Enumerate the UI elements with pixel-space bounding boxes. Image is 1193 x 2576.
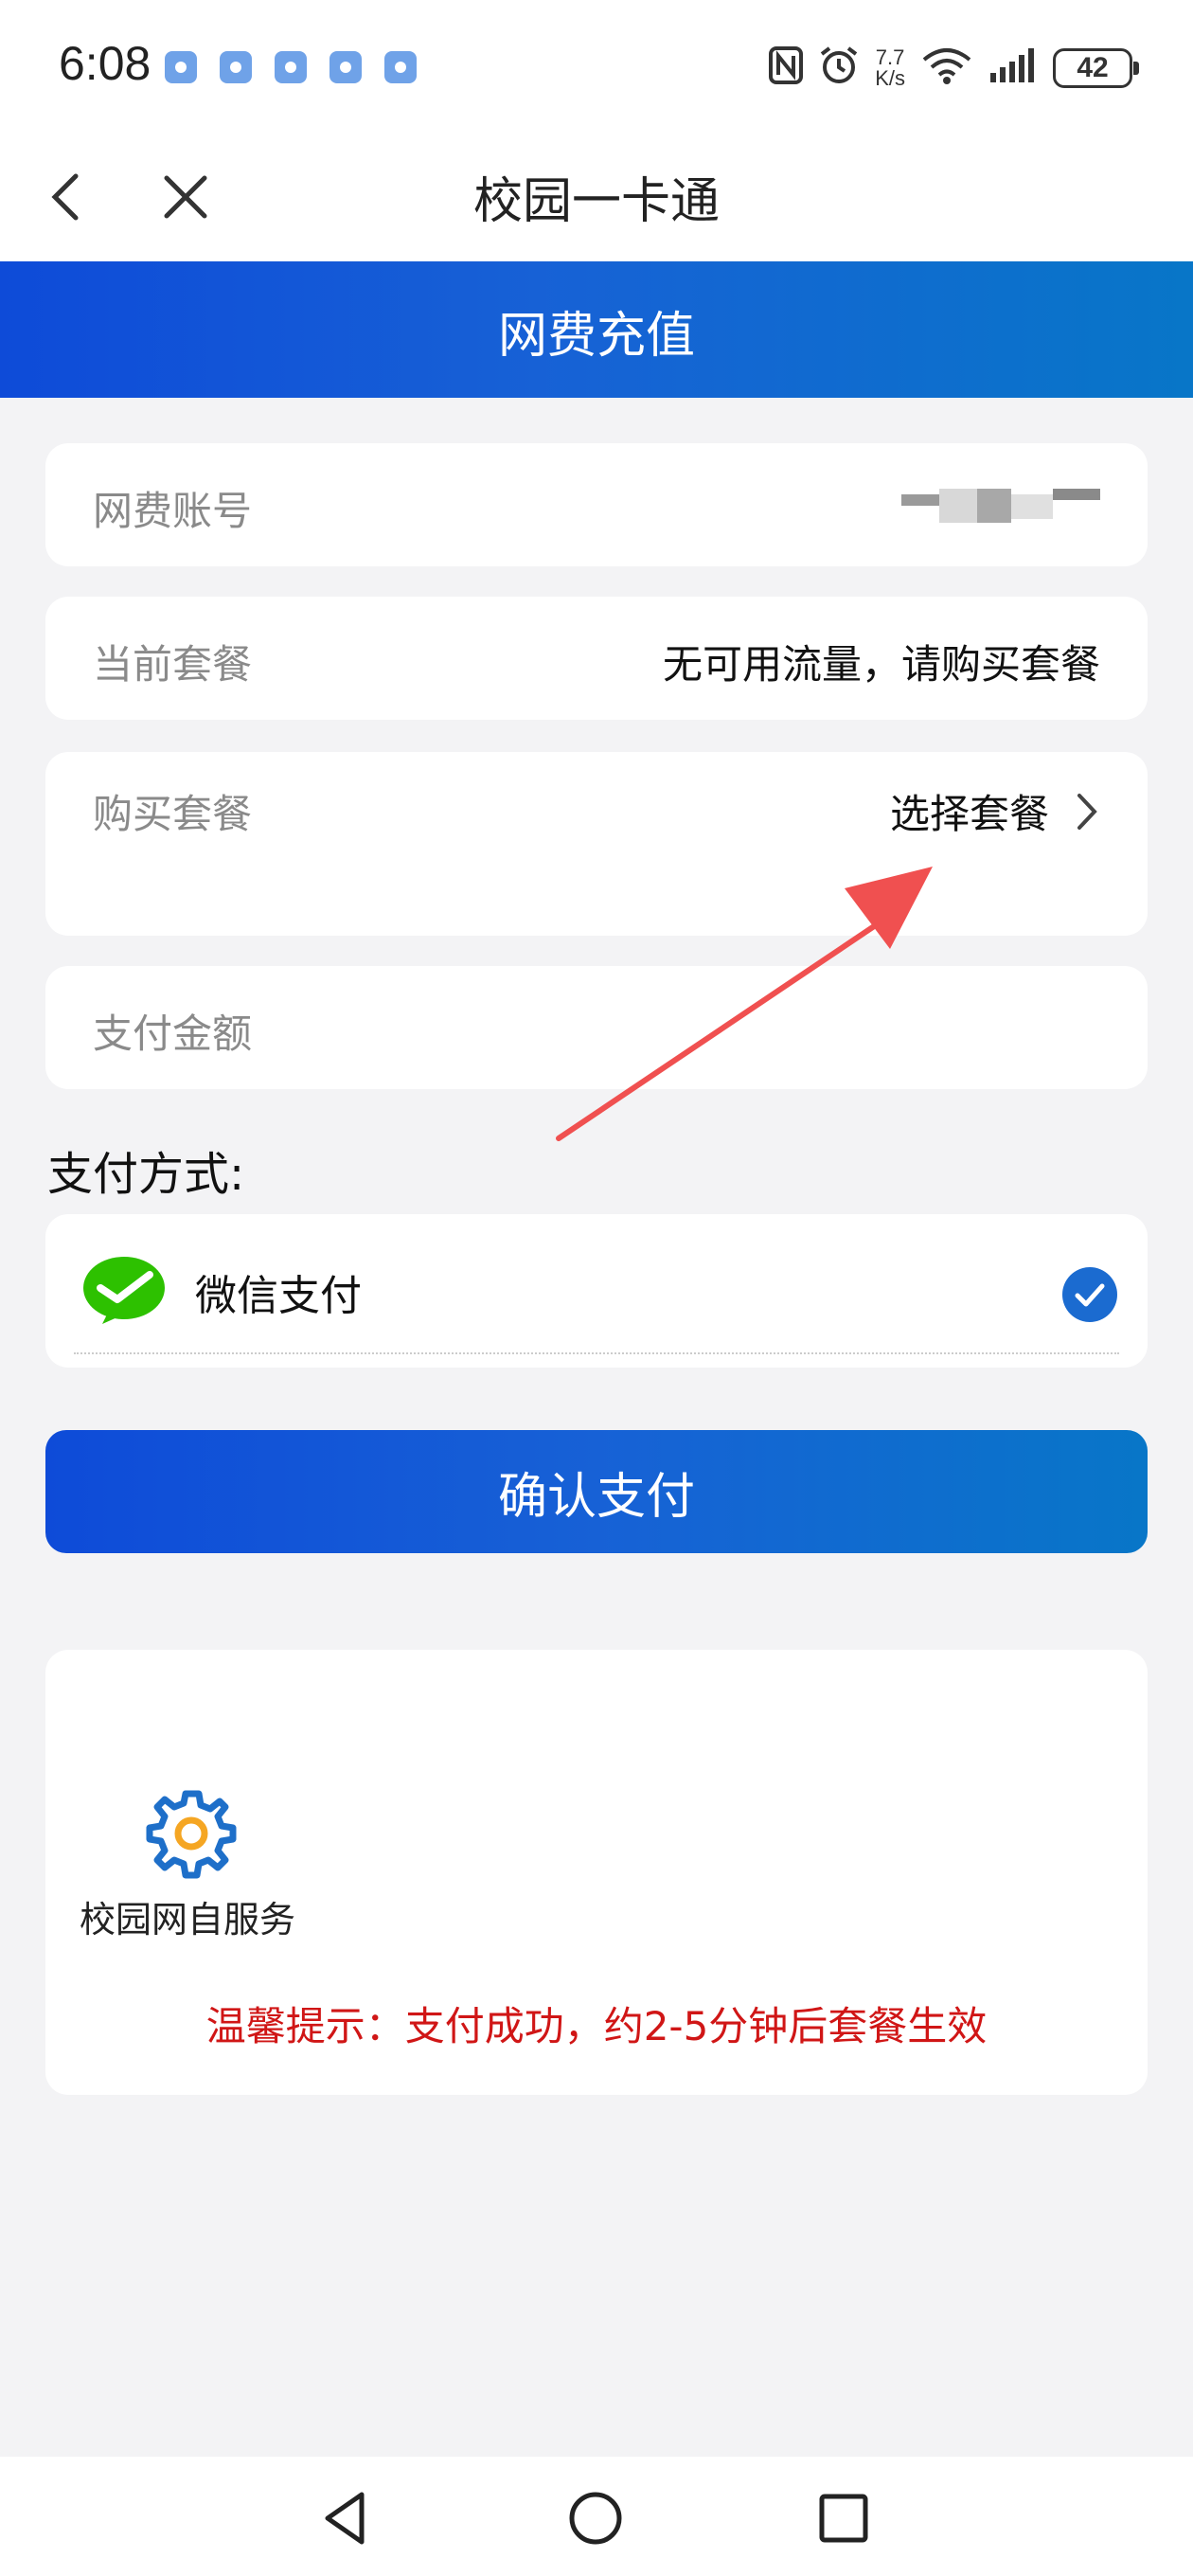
- account-value-masked: [901, 489, 1100, 527]
- status-icons: 7.7 K/s 42: [769, 42, 1139, 95]
- app-header: 校园一卡通: [0, 133, 1193, 261]
- account-label: 网费账号: [93, 488, 253, 534]
- network-speed-value: 7.7: [875, 45, 905, 69]
- nav-home-icon[interactable]: [562, 2485, 629, 2551]
- notification-icon: [275, 51, 307, 83]
- service-label: 校园网自服务: [80, 1899, 296, 1941]
- current-plan-value: 无可用流量，请购买套餐: [662, 641, 1100, 688]
- current-plan-label: 当前套餐: [93, 641, 253, 688]
- payment-method-label: 微信支付: [195, 1272, 362, 1320]
- amount-label: 支付金额: [93, 1011, 253, 1057]
- chevron-right-icon: [1077, 794, 1097, 830]
- nav-recents-icon[interactable]: [810, 2485, 877, 2551]
- service-card: 校园网自服务 温馨提示：支付成功，约2-5分钟后套餐生效: [45, 1650, 1148, 2095]
- current-plan-row: 当前套餐 无可用流量，请购买套餐: [45, 597, 1148, 720]
- payment-method-title: 支付方式:: [47, 1148, 245, 1201]
- system-nav-bar: [0, 2457, 1193, 2576]
- status-bar: 6:08 7.7 K/s 42: [0, 0, 1193, 133]
- network-speed: 7.7 K/s: [875, 47, 905, 89]
- gear-icon: [146, 1790, 237, 1879]
- alarm-icon: [818, 45, 860, 93]
- section-banner: 网费充值: [0, 261, 1193, 398]
- nfc-icon: [769, 45, 804, 91]
- wifi-icon: [920, 45, 973, 93]
- signal-icon: [988, 46, 1038, 91]
- notification-icon: [329, 51, 362, 83]
- payment-option-wechat[interactable]: 微信支付: [45, 1214, 1148, 1368]
- battery-icon: 42: [1053, 48, 1139, 88]
- notification-icon: [384, 51, 417, 83]
- divider: [74, 1352, 1119, 1354]
- selected-check-icon[interactable]: [1062, 1267, 1117, 1322]
- notification-icon: [165, 51, 197, 83]
- buy-plan-row[interactable]: 购买套餐 选择套餐: [45, 752, 1148, 936]
- page-title: 校园一卡通: [472, 173, 720, 230]
- tip-text: 温馨提示：支付成功，约2-5分钟后套餐生效: [205, 2003, 988, 2049]
- banner-title: 网费充值: [497, 308, 695, 365]
- account-row: 网费账号: [45, 443, 1148, 566]
- amount-row: 支付金额: [45, 966, 1148, 1089]
- wechat-pay-icon: [83, 1257, 165, 1324]
- buy-plan-label: 购买套餐: [93, 791, 253, 837]
- notification-icon: [220, 51, 252, 83]
- nav-back-icon[interactable]: [314, 2485, 381, 2551]
- select-plan-link[interactable]: 选择套餐: [890, 782, 1049, 840]
- status-time: 6:08: [59, 37, 151, 90]
- confirm-pay-button[interactable]: 确认支付: [45, 1430, 1148, 1553]
- network-speed-unit: K/s: [875, 66, 905, 90]
